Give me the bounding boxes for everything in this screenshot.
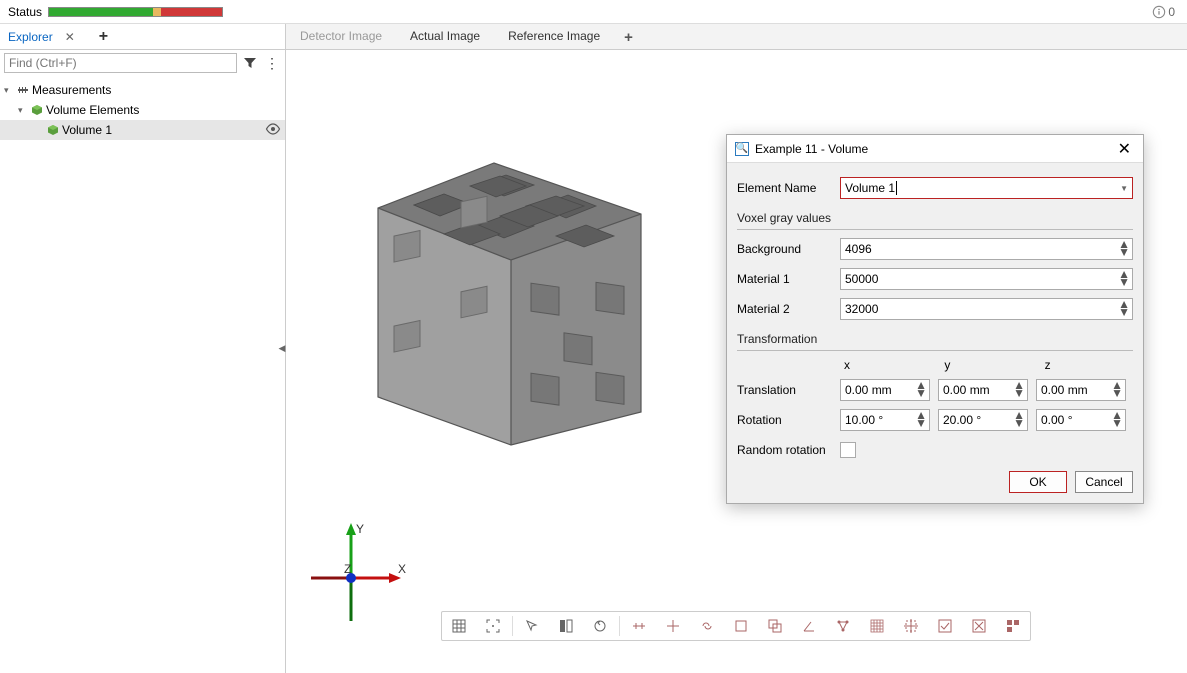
material2-label: Material 2 bbox=[737, 302, 832, 316]
tool-align-v-icon[interactable] bbox=[656, 612, 690, 640]
tree-item-label: Volume 1 bbox=[62, 123, 112, 137]
tool-select-icon[interactable] bbox=[515, 612, 549, 640]
tab-detector-image[interactable]: Detector Image bbox=[286, 24, 396, 49]
tree-root-label: Measurements bbox=[32, 83, 111, 97]
find-input[interactable] bbox=[4, 53, 237, 73]
status-progress-bar bbox=[48, 7, 223, 17]
tree-group-label: Volume Elements bbox=[46, 103, 139, 117]
tree: ▾ Measurements ▾ Volume Elements Volume … bbox=[0, 76, 285, 673]
rotation-x-input[interactable]: 10.00 °▲▼ bbox=[840, 409, 930, 431]
ok-button[interactable]: OK bbox=[1009, 471, 1067, 493]
cancel-button[interactable]: Cancel bbox=[1075, 471, 1133, 493]
info-count-value: 0 bbox=[1168, 5, 1175, 19]
rotation-label: Rotation bbox=[737, 413, 832, 427]
rotation-y-input[interactable]: 20.00 °▲▼ bbox=[938, 409, 1028, 431]
info-count[interactable]: 0 bbox=[1152, 5, 1179, 19]
material1-input[interactable]: 50000▲▼ bbox=[840, 268, 1133, 290]
volume-icon bbox=[46, 123, 60, 137]
tool-grid-icon[interactable] bbox=[442, 612, 476, 640]
visibility-icon[interactable] bbox=[265, 123, 281, 138]
dialog-close-icon[interactable]: ✕ bbox=[1114, 139, 1135, 159]
info-icon bbox=[1152, 5, 1166, 19]
add-view-tab-icon[interactable]: + bbox=[614, 24, 643, 49]
col-z-label: z bbox=[1041, 358, 1133, 372]
random-rotation-label: Random rotation bbox=[737, 443, 832, 457]
translation-label: Translation bbox=[737, 383, 832, 397]
tool-rect-offset-icon[interactable] bbox=[758, 612, 792, 640]
element-name-field[interactable]: Volume 1 ▼ bbox=[840, 177, 1133, 199]
measurements-icon bbox=[16, 83, 30, 97]
dialog-title-text: Example 11 - Volume bbox=[755, 142, 1114, 156]
tab-reference-image[interactable]: Reference Image bbox=[494, 24, 614, 49]
explorer-tab[interactable]: Explorer bbox=[4, 28, 57, 46]
background-label: Background bbox=[737, 242, 832, 256]
col-x-label: x bbox=[840, 358, 932, 372]
translation-y-input[interactable]: 0.00 mm▲▼ bbox=[938, 379, 1028, 401]
svg-text:Y: Y bbox=[356, 523, 364, 536]
volume-properties-dialog: 🔍 Example 11 - Volume ✕ Element Name Vol… bbox=[726, 134, 1144, 504]
tool-nodes-icon[interactable] bbox=[826, 612, 860, 640]
material2-input[interactable]: 32000▲▼ bbox=[840, 298, 1133, 320]
random-rotation-checkbox[interactable] bbox=[840, 442, 856, 458]
tool-angle-icon[interactable] bbox=[792, 612, 826, 640]
status-label: Status bbox=[8, 5, 42, 19]
tool-split-v-icon[interactable] bbox=[549, 612, 583, 640]
rotation-z-input[interactable]: 0.00 °▲▼ bbox=[1036, 409, 1126, 431]
col-y-label: y bbox=[940, 358, 1032, 372]
tree-group-volume-elements[interactable]: ▾ Volume Elements bbox=[0, 100, 285, 120]
tool-layout-icon[interactable] bbox=[996, 612, 1030, 640]
volume-cube-render bbox=[366, 150, 666, 450]
tool-clear-icon[interactable] bbox=[962, 612, 996, 640]
tree-item-volume-1[interactable]: Volume 1 bbox=[0, 120, 285, 140]
translation-z-input[interactable]: 0.00 mm▲▼ bbox=[1036, 379, 1126, 401]
tree-root-measurements[interactable]: ▾ Measurements bbox=[0, 80, 285, 100]
axes-gizmo[interactable]: Y X Z bbox=[306, 523, 406, 623]
3d-viewport[interactable]: Y X Z bbox=[286, 50, 1187, 673]
svg-text:Z: Z bbox=[344, 562, 351, 576]
viewport-toolbar bbox=[441, 611, 1031, 641]
material1-label: Material 1 bbox=[737, 272, 832, 286]
dialog-search-icon: 🔍 bbox=[735, 142, 749, 156]
voxel-section-title: Voxel gray values bbox=[737, 203, 1133, 230]
tool-check-icon[interactable] bbox=[928, 612, 962, 640]
add-tab-icon[interactable]: + bbox=[93, 28, 114, 46]
tab-actual-image[interactable]: Actual Image bbox=[396, 24, 494, 49]
tool-fit-icon[interactable] bbox=[476, 612, 510, 640]
dropdown-icon[interactable]: ▼ bbox=[1120, 184, 1128, 193]
tool-crosshair-icon[interactable] bbox=[894, 612, 928, 640]
tool-rect-icon[interactable] bbox=[724, 612, 758, 640]
svg-text:X: X bbox=[398, 562, 406, 576]
tool-align-h-icon[interactable] bbox=[622, 612, 656, 640]
background-input[interactable]: 4096▲▼ bbox=[840, 238, 1133, 260]
filter-icon[interactable] bbox=[241, 54, 259, 72]
tool-link-icon[interactable] bbox=[690, 612, 724, 640]
tool-grid2-icon[interactable] bbox=[860, 612, 894, 640]
tool-reset-icon[interactable] bbox=[583, 612, 617, 640]
translation-x-input[interactable]: 0.00 mm▲▼ bbox=[840, 379, 930, 401]
volume-elements-icon bbox=[30, 103, 44, 117]
sidebar-collapse-handle[interactable]: ◀ bbox=[278, 329, 286, 369]
close-tab-icon[interactable]: ✕ bbox=[61, 30, 79, 44]
element-name-label: Element Name bbox=[737, 181, 832, 195]
transformation-section-title: Transformation bbox=[737, 324, 1133, 351]
kebab-menu-icon[interactable]: ⋮ bbox=[263, 55, 281, 72]
